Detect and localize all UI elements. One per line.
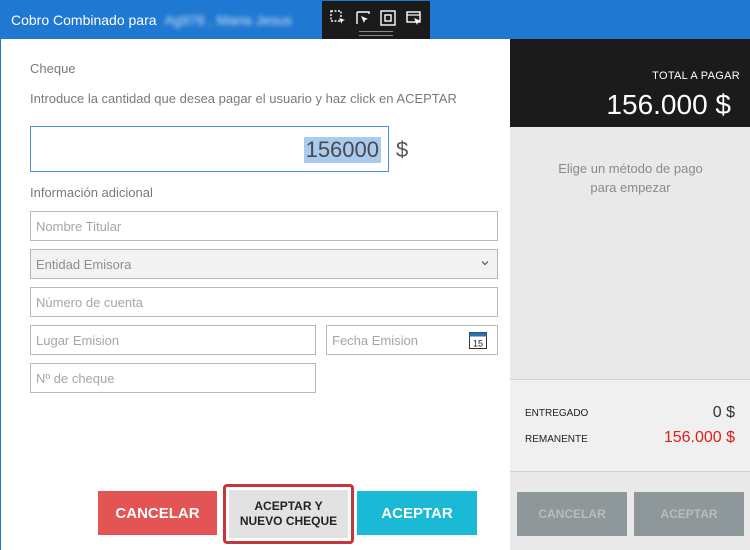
cursor-select-icon[interactable] (352, 7, 374, 29)
amount-input[interactable]: 156000 (30, 126, 389, 172)
holder-name-field[interactable]: Nombre Titular (30, 211, 498, 241)
method-hint-line2: para empezar (590, 180, 671, 195)
currency-symbol: $ (396, 137, 409, 162)
window-title: Cobro Combinado para Ag976 , Maria Jesus (11, 12, 292, 28)
customer-name: Ag976 , Maria Jesus (164, 12, 293, 28)
remaining-label: REMANENTE (525, 434, 588, 445)
account-number-field[interactable]: Número de cuenta (30, 287, 498, 317)
accept-button[interactable]: ACEPTAR (357, 491, 477, 535)
payment-summary-pane: TOTAL A PAGAR 156.000 $ Elige un método … (510, 39, 750, 550)
issuing-entity-placeholder: Entidad Emisora (36, 257, 132, 272)
total-label: TOTAL A PAGAR (652, 70, 740, 82)
check-number-placeholder: Nº de cheque (36, 371, 115, 386)
cheque-form: Cheque Introduce la cantidad que desea p… (1, 39, 510, 550)
title-prefix: Cobro Combinado para (11, 12, 157, 28)
delivered-value: 0 $ (712, 404, 735, 421)
delivered-label: ENTREGADO (525, 408, 589, 419)
payment-cancel-button[interactable]: CANCELAR (517, 492, 627, 536)
issue-date-field[interactable]: Fecha Emision 15 (326, 325, 498, 355)
calendar-icon[interactable]: 15 (468, 330, 488, 350)
remaining-value: 156.000 $ (663, 429, 735, 446)
payment-accept-button[interactable]: ACEPTAR (634, 492, 744, 536)
check-number-field[interactable]: Nº de cheque (30, 363, 316, 393)
issue-place-field[interactable]: Lugar Emision (30, 325, 316, 355)
window-capture-icon[interactable] (403, 7, 425, 29)
accept-and-new-check-button[interactable]: ACEPTAR Y NUEVO CHEQUE (229, 490, 348, 538)
chevron-down-icon (481, 261, 489, 266)
select-region-icon[interactable] (327, 7, 349, 29)
drag-handle[interactable] (359, 31, 393, 36)
capture-toolbar (322, 1, 430, 39)
payment-window: Cobro Combinado para Ag976 , Maria Jesus… (0, 0, 750, 550)
account-number-placeholder: Número de cuenta (36, 295, 143, 310)
issue-date-placeholder: Fecha Emision (332, 333, 418, 348)
issue-place-placeholder: Lugar Emision (36, 333, 120, 348)
accept-new-label-line1: ACEPTAR Y (254, 499, 323, 513)
method-hint-line1: Elige un método de pago (558, 161, 703, 176)
cancel-button[interactable]: CANCELAR (98, 491, 217, 535)
issuing-entity-select[interactable]: Entidad Emisora (30, 249, 498, 279)
instructions-text: Introduce la cantidad que desea pagar el… (30, 91, 457, 106)
total-amount: 156.000 $ (606, 89, 731, 120)
calendar-day: 15 (473, 339, 483, 349)
amount-value: 156000 (303, 137, 381, 163)
total-box: TOTAL A PAGAR 156.000 $ (510, 39, 750, 127)
payment-totals: ENTREGADO 0 $ REMANENTE 156.000 $ (510, 379, 750, 472)
holder-name-placeholder: Nombre Titular (36, 219, 122, 234)
fullscreen-icon[interactable] (377, 7, 399, 29)
accept-new-label-line2: NUEVO CHEQUE (239, 514, 338, 528)
section-label: Cheque (30, 61, 76, 76)
additional-info-label: Información adicional (30, 185, 153, 200)
method-hint: Elige un método de pago para empezar (510, 159, 750, 197)
